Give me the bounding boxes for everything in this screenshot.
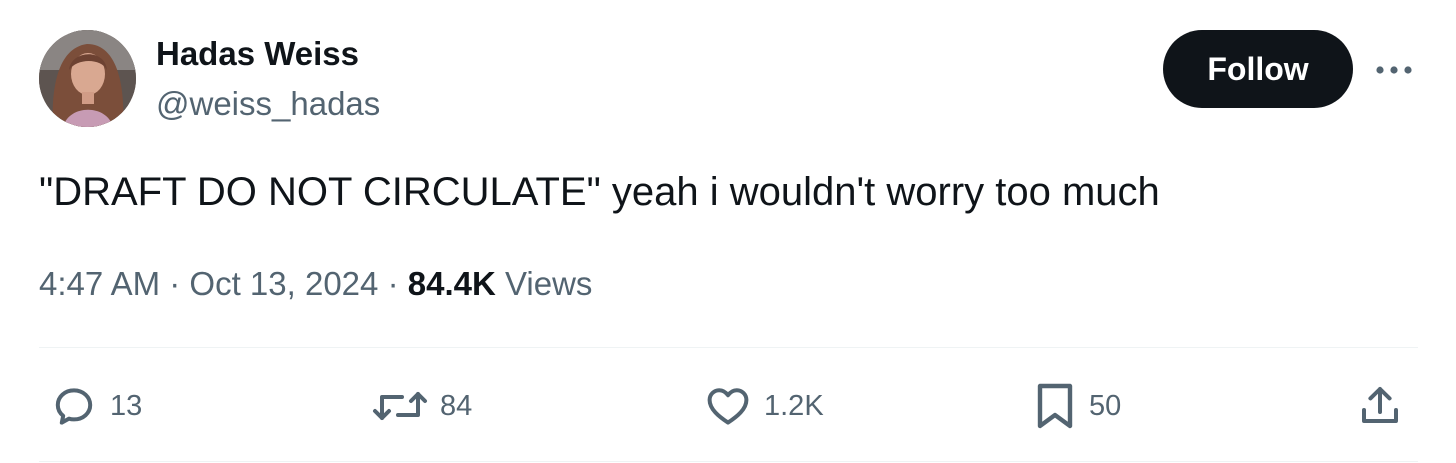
share-icon [1362, 387, 1398, 423]
reply-icon [55, 388, 93, 425]
display-name[interactable]: Hadas Weiss [156, 34, 359, 74]
divider [39, 347, 1418, 348]
meta-separator: · [387, 265, 399, 302]
avatar[interactable] [39, 30, 136, 127]
avatar-photo [39, 30, 136, 127]
views-label: Views [504, 265, 593, 302]
tweet-time[interactable]: 4:47 AM [39, 265, 160, 302]
repost-count: 84 [440, 389, 473, 422]
meta-separator: · [169, 265, 181, 302]
reply-button[interactable]: 13 [50, 380, 142, 432]
heart-icon [707, 388, 749, 425]
divider [39, 461, 1418, 462]
reply-count: 13 [110, 389, 143, 422]
tweet-text: "DRAFT DO NOT CIRCULATE" yeah i wouldn't… [39, 170, 1160, 214]
bookmark-button[interactable]: 50 [1033, 380, 1121, 432]
like-button[interactable]: 1.2K [704, 380, 824, 432]
bookmark-count: 50 [1089, 389, 1122, 422]
views-count: 84.4K [407, 265, 496, 302]
tweet-date[interactable]: Oct 13, 2024 [189, 265, 378, 302]
repost-icon [373, 392, 427, 420]
like-count: 1.2K [764, 389, 824, 422]
bookmark-icon [1037, 383, 1073, 429]
handle[interactable]: @weiss_hadas [156, 84, 380, 124]
more-horizontal-icon [1376, 66, 1412, 74]
more-options-button[interactable] [1372, 50, 1416, 90]
tweet-meta: 4:47 AM · Oct 13, 2024 · 84.4K Views [39, 263, 592, 305]
share-button[interactable] [1356, 380, 1404, 432]
repost-button[interactable]: 84 [372, 380, 472, 432]
follow-button[interactable]: Follow [1163, 30, 1353, 108]
tweet-card: Hadas Weiss @weiss_hadas Follow "DRAFT D… [0, 0, 1456, 463]
